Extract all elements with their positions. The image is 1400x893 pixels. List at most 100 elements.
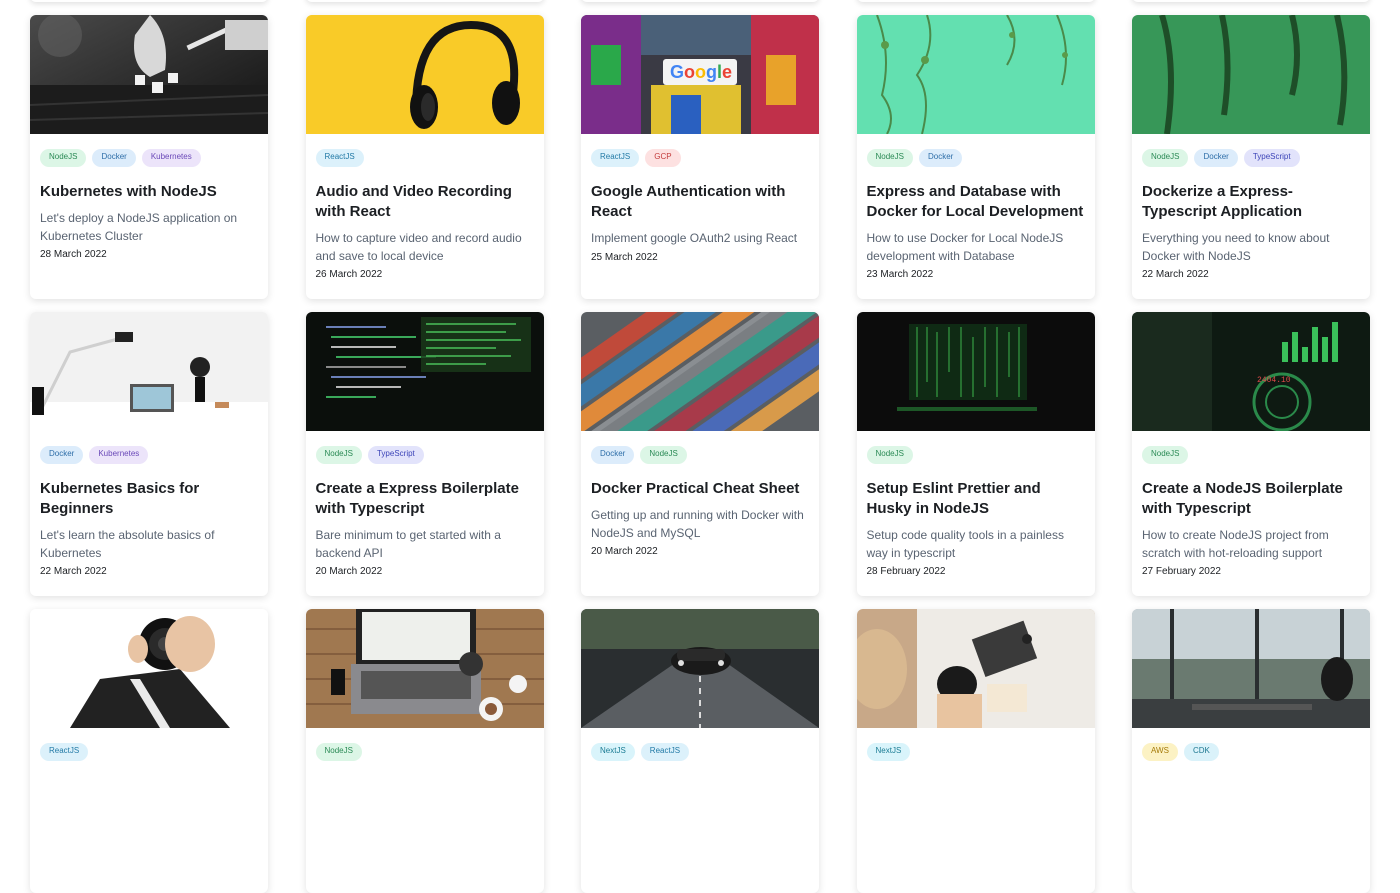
article-description: Let's learn the absolute basics of Kuber… (40, 528, 215, 560)
tag-nodejs[interactable]: NodeJS (315, 743, 362, 761)
svg-text:2404.10: 2404.10 (1257, 376, 1291, 385)
article-title[interactable]: Audio and Video Recording with React (316, 182, 534, 222)
google-sign-photo: Google (581, 15, 819, 134)
article-card[interactable]: ReactJS (30, 609, 268, 893)
article-title[interactable]: Create a Express Boilerplate with Typesc… (316, 479, 534, 519)
article-card[interactable]: NodeJS Setup Eslint Prettier and Husky i… (856, 312, 1095, 596)
article-date: 26 March 2022 (315, 269, 383, 280)
previous-row-card-edge (856, 0, 1095, 2)
tag-list: NextJS (866, 743, 1085, 761)
article-title[interactable]: Kubernetes with NodeJS (40, 182, 258, 202)
tag-list: ReactJS (40, 743, 258, 761)
tag-list: NodeJS (866, 446, 1085, 464)
article-card[interactable]: Docker NodeJS Docker Practical Cheat She… (581, 312, 819, 596)
article-date: 20 March 2022 (591, 546, 658, 557)
tag-nodejs[interactable]: NodeJS (640, 446, 687, 464)
tag-list: Docker NodeJS (591, 446, 809, 464)
article-description: Everything you need to know about Docker… (1142, 231, 1330, 263)
tag-nodejs[interactable]: NodeJS (866, 149, 913, 167)
article-card[interactable]: NodeJS (305, 609, 544, 893)
tag-nodejs[interactable]: NodeJS (866, 446, 913, 464)
tag-typescript[interactable]: TypeScript (367, 446, 424, 464)
svg-text:Google: Google (670, 62, 732, 82)
article-title[interactable]: Dockerize a Express-Typescript Applicati… (1142, 182, 1360, 222)
tag-nextjs[interactable]: NextJS (591, 743, 635, 761)
article-date: 22 March 2022 (1142, 269, 1209, 280)
tag-list: NodeJS TypeScript (315, 446, 534, 464)
tag-typescript[interactable]: TypeScript (1243, 149, 1300, 167)
article-date: 23 March 2022 (866, 269, 934, 280)
previous-row-card-edge (30, 0, 268, 2)
article-card[interactable]: NodeJS TypeScript Create a Express Boile… (305, 312, 544, 596)
tag-list: NodeJS Docker TypeScript (1142, 149, 1360, 167)
article-card[interactable]: ReactJS Audio and Video Recording with R… (305, 15, 544, 299)
tag-list: NodeJS Docker (866, 149, 1085, 167)
article-description: Let's deploy a NodeJS application on Kub… (40, 211, 238, 243)
tag-nodejs[interactable]: NodeJS (315, 446, 362, 464)
article-card[interactable]: NodeJS Docker TypeScript Dockerize a Exp… (1132, 15, 1370, 299)
tag-kubernetes[interactable]: Kubernetes (141, 149, 201, 167)
tag-reactjs[interactable]: ReactJS (591, 149, 640, 167)
article-description: Getting up and running with Docker with … (591, 508, 804, 540)
article-card[interactable]: Docker Kubernetes Kubernetes Basics for … (30, 312, 268, 596)
article-date: 20 March 2022 (315, 566, 383, 577)
previous-row-card-edge (305, 0, 544, 2)
tag-reactjs[interactable]: ReactJS (40, 743, 89, 761)
tag-cdk[interactable]: CDK (1183, 743, 1219, 761)
article-title[interactable]: Docker Practical Cheat Sheet (591, 479, 809, 499)
tag-list: Docker Kubernetes (40, 446, 258, 464)
code-screen-photo (305, 312, 544, 431)
tag-gcp[interactable]: GCP (645, 149, 681, 167)
tag-nodejs[interactable]: NodeJS (1142, 149, 1189, 167)
article-date: 28 March 2022 (40, 249, 107, 260)
article-card[interactable]: NodeJS Docker Express and Database with … (856, 15, 1095, 299)
tag-reactjs[interactable]: ReactJS (315, 149, 364, 167)
laptop-desk-photo (305, 609, 544, 728)
article-date: 22 March 2022 (40, 566, 107, 577)
article-description: How to use Docker for Local NodeJS devel… (866, 231, 1064, 263)
tag-nodejs[interactable]: NodeJS (40, 149, 87, 167)
tag-docker[interactable]: Docker (1194, 149, 1238, 167)
containers-aerial-photo (581, 312, 819, 431)
matrix-monitor-photo (856, 312, 1095, 431)
previous-row-card-edge (581, 0, 819, 2)
article-date: 28 February 2022 (866, 566, 946, 577)
article-title[interactable]: Express and Database with Docker for Loc… (867, 182, 1085, 222)
article-title[interactable]: Google Authentication with React (591, 182, 809, 222)
article-card[interactable]: NodeJS Docker Kubernetes Kubernetes with… (30, 15, 268, 299)
article-description: How to capture video and record audio an… (315, 231, 522, 263)
headphones-photo (305, 15, 544, 134)
article-date: 27 February 2022 (1142, 566, 1221, 577)
article-card[interactable]: NextJS (856, 609, 1095, 893)
tag-list: AWS CDK (1142, 743, 1360, 761)
tag-nextjs[interactable]: NextJS (866, 743, 911, 761)
tag-nodejs[interactable]: NodeJS (1142, 446, 1189, 464)
camera-lens-photo (30, 609, 268, 728)
previous-row-card-edge (1132, 0, 1370, 2)
article-card[interactable]: Google ReactJS GCP Google Authentication… (581, 15, 819, 299)
office-window-photo (1132, 609, 1370, 728)
article-date: 25 March 2022 (591, 251, 658, 263)
article-card[interactable]: 2404.10 NodeJS Create a NodeJS Boilerpla… (1132, 312, 1370, 596)
tag-reactjs[interactable]: ReactJS (640, 743, 690, 761)
tag-kubernetes[interactable]: Kubernetes (89, 446, 149, 464)
article-title[interactable]: Kubernetes Basics for Beginners (40, 479, 258, 519)
tag-docker[interactable]: Docker (40, 446, 84, 464)
article-title[interactable]: Setup Eslint Prettier and Husky in NodeJ… (867, 479, 1085, 519)
dice-photo (30, 15, 268, 134)
tag-docker[interactable]: Docker (92, 149, 136, 167)
article-description: Bare minimum to get started with a backe… (315, 528, 501, 560)
tag-list: NextJS ReactJS (591, 743, 809, 761)
article-card[interactable]: AWS CDK (1132, 609, 1370, 893)
tag-docker[interactable]: Docker (918, 149, 963, 167)
article-description: Implement google OAuth2 using React (591, 231, 798, 245)
tag-aws[interactable]: AWS (1142, 743, 1178, 761)
article-title[interactable]: Create a NodeJS Boilerplate with Typescr… (1142, 479, 1360, 519)
tag-list: ReactJS (315, 149, 534, 167)
article-description: Setup code quality tools in a painless w… (866, 528, 1064, 560)
racing-car-photo (581, 609, 819, 728)
article-card[interactable]: NextJS ReactJS (581, 609, 819, 893)
tag-docker[interactable]: Docker (591, 446, 635, 464)
green-wall-photo (1132, 15, 1370, 134)
tag-list: NodeJS (1142, 446, 1360, 464)
